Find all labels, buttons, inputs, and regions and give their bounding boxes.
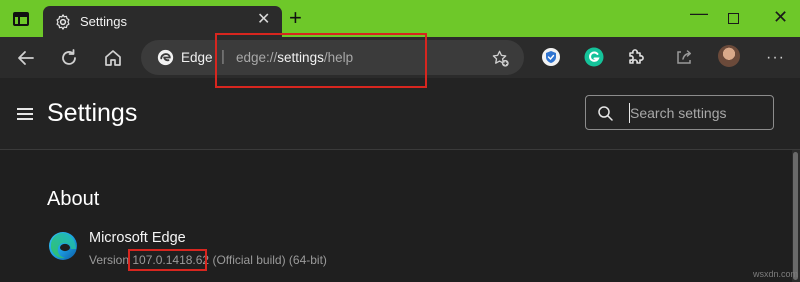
extension-shield-icon[interactable]	[540, 46, 562, 68]
about-heading: About	[47, 188, 100, 210]
profile-avatar[interactable]	[718, 45, 740, 67]
title-bar: Settings ✕ + — ✕	[0, 0, 800, 37]
back-icon[interactable]	[15, 47, 37, 69]
search-box[interactable]	[585, 95, 774, 130]
version-line: Version 107.0.1418.62 (Official build) (…	[89, 253, 327, 267]
gear-icon	[56, 14, 70, 30]
microsoft-edge-logo-icon	[49, 232, 77, 260]
product-name: Microsoft Edge	[89, 230, 186, 246]
watermark: wsxdn.com	[753, 269, 799, 279]
new-tab-button[interactable]: +	[289, 7, 302, 29]
address-site-label: Edge	[181, 50, 213, 65]
version-highlight-box	[128, 249, 207, 271]
grammarly-icon[interactable]	[583, 46, 605, 68]
settings-and-more-button[interactable]: ···	[766, 49, 785, 67]
minimize-button[interactable]: —	[690, 4, 708, 22]
maximize-button[interactable]	[728, 13, 739, 24]
refresh-icon[interactable]	[58, 47, 80, 69]
url-highlight-box	[215, 33, 427, 88]
extensions-puzzle-icon[interactable]	[625, 46, 647, 68]
search-icon	[598, 106, 613, 121]
edge-logo-icon	[157, 49, 174, 66]
home-icon[interactable]	[102, 47, 124, 69]
version-prefix: Version	[89, 253, 133, 267]
scrollbar-thumb[interactable]	[793, 152, 798, 280]
close-window-button[interactable]: ✕	[773, 8, 788, 26]
settings-header: Settings	[0, 78, 800, 150]
tab-actions-icon[interactable]	[13, 12, 29, 26]
about-section: About Microsoft Edge Version 107.0.1418.…	[0, 150, 800, 282]
search-settings-input[interactable]	[630, 102, 766, 124]
tab-title: Settings	[80, 14, 127, 29]
share-icon[interactable]	[673, 46, 695, 68]
add-favorite-icon[interactable]	[491, 49, 510, 68]
menu-icon[interactable]	[17, 108, 33, 120]
page-title: Settings	[47, 99, 138, 127]
tab-close-button[interactable]: ✕	[257, 12, 270, 28]
version-suffix: (Official build) (64-bit)	[209, 253, 327, 267]
